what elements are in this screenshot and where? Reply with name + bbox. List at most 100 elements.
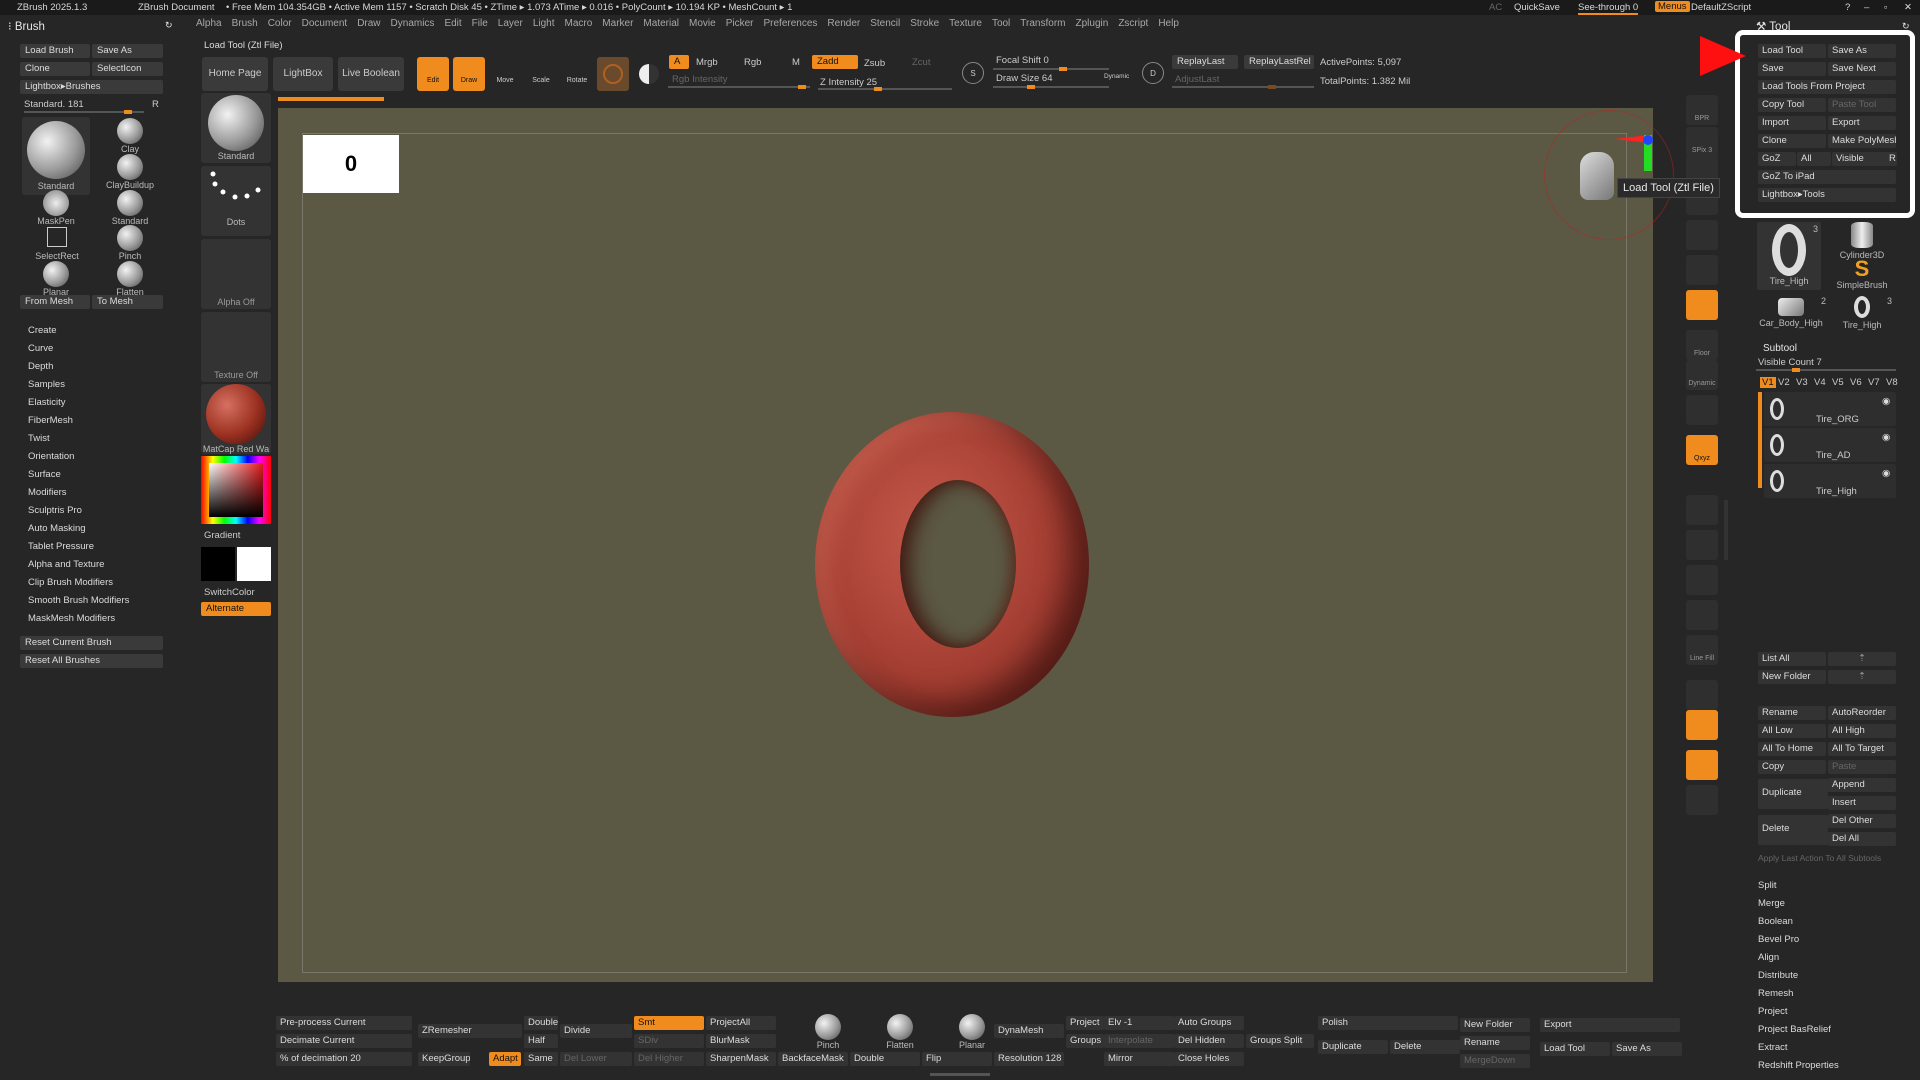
- z-intensity-slider[interactable]: Z Intensity 25: [820, 77, 877, 88]
- tool-btn-new-folder[interactable]: New Folder: [1758, 670, 1826, 684]
- tool-btn-all-low[interactable]: All Low: [1758, 724, 1826, 738]
- tool-list-arrow-icon[interactable]: ⇡: [1828, 652, 1896, 666]
- bottom-resolution-button[interactable]: Resolution 128: [994, 1052, 1064, 1066]
- menu-draw[interactable]: Draw: [357, 18, 380, 29]
- tool-list-arrow-icon[interactable]: ⇡: [1828, 670, 1896, 684]
- material-mode-button[interactable]: [597, 57, 629, 91]
- edit-mode-button[interactable]: Edit: [417, 57, 449, 91]
- bottom-preprocess-button[interactable]: Pre-process Current: [276, 1016, 412, 1030]
- bottom-autogroups-button[interactable]: Auto Groups: [1174, 1016, 1244, 1030]
- brush-menu-smooth-brush-modifiers[interactable]: Smooth Brush Modifiers: [28, 595, 129, 606]
- menu-preferences[interactable]: Preferences: [763, 18, 817, 29]
- shelf-spix-button[interactable]: SPix 3: [1686, 127, 1718, 157]
- panel-refresh-icon[interactable]: ↻: [165, 20, 173, 31]
- bottom-closeholes-button[interactable]: Close Holes: [1174, 1052, 1244, 1066]
- menu-stroke[interactable]: Stroke: [910, 18, 939, 29]
- focal-shift-track[interactable]: [993, 67, 1109, 71]
- maximize-icon[interactable]: ▫: [1884, 2, 1887, 13]
- main-color-swatch[interactable]: [237, 547, 271, 581]
- menu-brush[interactable]: Brush: [232, 18, 258, 29]
- m-toggle[interactable]: M: [792, 57, 800, 68]
- zsub-toggle[interactable]: Zsub: [864, 58, 885, 69]
- rgb-toggle[interactable]: Rgb: [744, 57, 761, 68]
- bottom-elv-button[interactable]: Elv -1: [1104, 1016, 1174, 1030]
- brush-slider[interactable]: [24, 110, 144, 114]
- bottom-delhidden-button[interactable]: Del Hidden: [1174, 1034, 1244, 1048]
- replay-last-rel-button[interactable]: ReplayLastRel: [1244, 55, 1314, 69]
- shelf-linefill-button[interactable]: Line Fill: [1686, 635, 1718, 665]
- shelf-local-button[interactable]: Dynamic: [1686, 360, 1718, 390]
- eye-icon[interactable]: ◉: [1882, 432, 1890, 443]
- menu-file[interactable]: File: [472, 18, 488, 29]
- stroke-dots-swatch[interactable]: Dots: [201, 166, 271, 236]
- bottom-newfolder-button[interactable]: New Folder: [1460, 1018, 1530, 1032]
- brush-thumb-flatten[interactable]: Flatten: [108, 261, 152, 297]
- bottom-backfacemask-button[interactable]: BackfaceMask: [778, 1052, 848, 1066]
- clone-brush-button[interactable]: Clone: [20, 62, 90, 76]
- shelf-lock-button[interactable]: [1686, 395, 1718, 425]
- menu-texture[interactable]: Texture: [949, 18, 982, 29]
- select-icon-button[interactable]: SelectIcon: [92, 62, 163, 76]
- tool-menu-merge[interactable]: Merge: [1758, 898, 1785, 909]
- tool-thumb-simplebrush[interactable]: S SimpleBrush: [1832, 258, 1892, 291]
- tool-btn-all-to-target[interactable]: All To Target: [1828, 742, 1896, 756]
- menu-alpha[interactable]: Alpha: [196, 18, 222, 29]
- brush-menu-samples[interactable]: Samples: [28, 379, 65, 390]
- live-boolean-button[interactable]: Live Boolean: [338, 57, 404, 91]
- bottom-sharpenmask-button[interactable]: SharpenMask: [706, 1052, 776, 1066]
- shelf-floor-button[interactable]: Floor: [1686, 330, 1718, 360]
- zcut-toggle[interactable]: Zcut: [912, 57, 930, 68]
- bottom-sdiv-button[interactable]: SDiv: [634, 1034, 704, 1048]
- bottom-saveas-button[interactable]: Save As: [1612, 1042, 1682, 1056]
- shelf-persp-button[interactable]: [1686, 290, 1718, 320]
- tool-menu-extract[interactable]: Extract: [1758, 1042, 1788, 1053]
- subtool-version-v3[interactable]: V3: [1796, 377, 1808, 388]
- rgb-intensity-track[interactable]: [668, 85, 810, 89]
- tool-menu-boolean[interactable]: Boolean: [1758, 916, 1793, 927]
- bottom-project-button[interactable]: Project: [1066, 1016, 1104, 1030]
- duplicate-subtool-button[interactable]: Duplicate: [1758, 779, 1828, 809]
- eye-icon[interactable]: ◉: [1882, 396, 1890, 407]
- subtool-version-v5[interactable]: V5: [1832, 377, 1844, 388]
- switch-color-button[interactable]: SwitchColor: [204, 587, 255, 598]
- brush-thumb-planar[interactable]: Planar: [36, 261, 76, 297]
- brush-thumb-pinch[interactable]: Pinch: [110, 225, 150, 261]
- menu-document[interactable]: Document: [302, 18, 348, 29]
- bottom-flatten-brush[interactable]: Flatten: [880, 1014, 920, 1050]
- bottom-interpolate-button[interactable]: Interpolate: [1104, 1034, 1174, 1048]
- brush-menu-surface[interactable]: Surface: [28, 469, 61, 480]
- menu-material[interactable]: Material: [643, 18, 679, 29]
- menu-movie[interactable]: Movie: [689, 18, 716, 29]
- menu-render[interactable]: Render: [827, 18, 860, 29]
- tool-btn-autoreorder[interactable]: AutoReorder: [1828, 706, 1896, 720]
- tool-btn-paste[interactable]: Paste: [1828, 760, 1896, 774]
- bottom-blurmask-button[interactable]: BlurMask: [706, 1034, 776, 1048]
- adjust-last-track[interactable]: [1172, 85, 1314, 89]
- tool-menu-project[interactable]: Project: [1758, 1006, 1788, 1017]
- menu-dynamics[interactable]: Dynamics: [391, 18, 435, 29]
- bottom-groupssplit-button[interactable]: Groups Split: [1246, 1034, 1314, 1048]
- brush-menu-modifiers[interactable]: Modifiers: [28, 487, 67, 498]
- brush-thumb-clay[interactable]: Clay: [110, 118, 150, 154]
- subtool-row[interactable]: Tire_ORG ◉: [1764, 392, 1896, 426]
- subtool-version-v7[interactable]: V7: [1868, 377, 1880, 388]
- bottom-pct-button[interactable]: % of decimation 20: [276, 1052, 412, 1066]
- help-icon[interactable]: ?: [1845, 2, 1850, 13]
- brush-menu-clip-brush-modifiers[interactable]: Clip Brush Modifiers: [28, 577, 113, 588]
- bottom-delete-button[interactable]: Delete: [1390, 1040, 1460, 1054]
- tool-menu-bevel-pro[interactable]: Bevel Pro: [1758, 934, 1799, 945]
- home-page-button[interactable]: Home Page: [202, 57, 268, 91]
- spotlight-d-icon[interactable]: D: [1142, 62, 1164, 84]
- bottom-zremesher-button[interactable]: ZRemesher: [418, 1024, 522, 1038]
- tool-menu-remesh[interactable]: Remesh: [1758, 988, 1793, 999]
- bottom-divide-button[interactable]: Divide: [560, 1024, 632, 1038]
- scale-mode-button[interactable]: Scale: [525, 57, 557, 91]
- brush-menu-elasticity[interactable]: Elasticity: [28, 397, 65, 408]
- subtool-version-v4[interactable]: V4: [1814, 377, 1826, 388]
- tool-menu-redshift-properties[interactable]: Redshift Properties: [1758, 1060, 1839, 1071]
- menu-picker[interactable]: Picker: [726, 18, 754, 29]
- menu-stencil[interactable]: Stencil: [870, 18, 900, 29]
- bottom-half-button[interactable]: Half: [524, 1034, 558, 1048]
- spotlight-s-icon[interactable]: S: [962, 62, 984, 84]
- subtool-version-v6[interactable]: V6: [1850, 377, 1862, 388]
